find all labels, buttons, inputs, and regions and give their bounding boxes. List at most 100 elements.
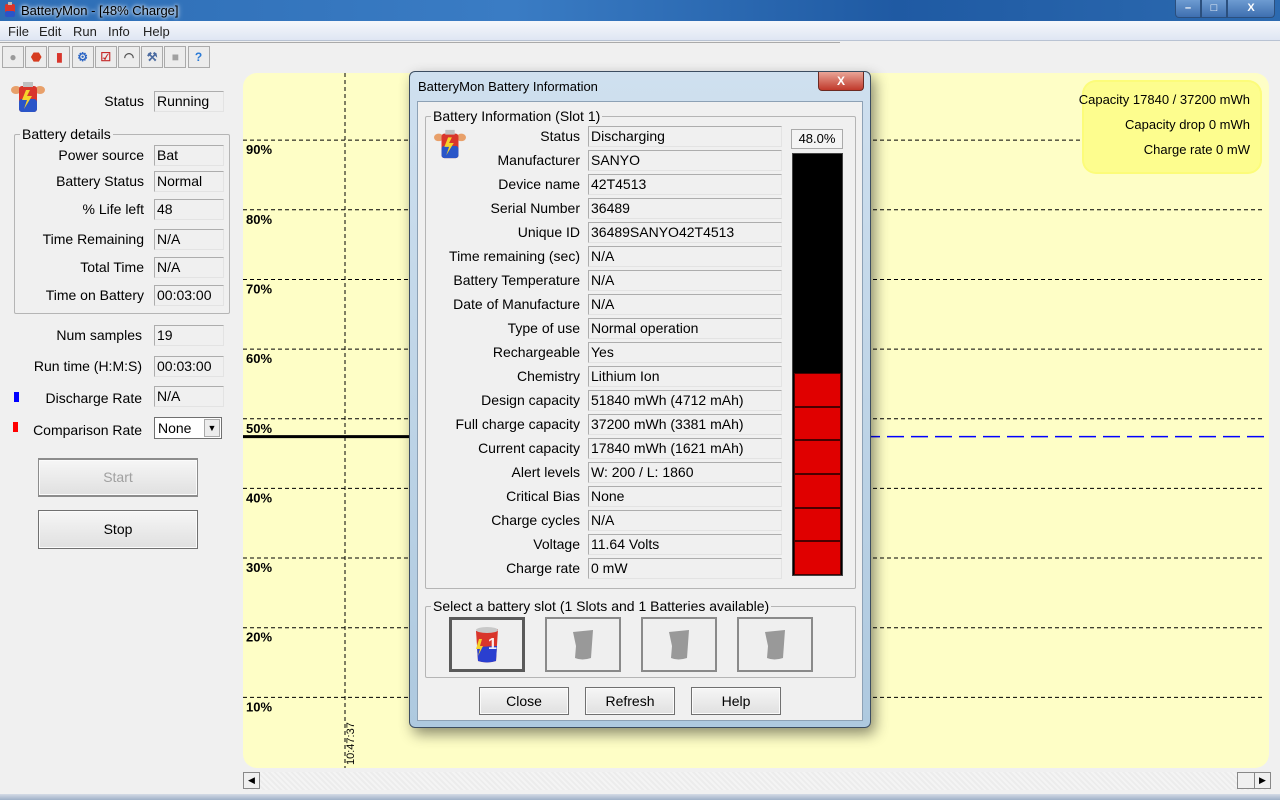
menu-help[interactable]: Help: [143, 24, 170, 39]
start-button[interactable]: Start: [38, 458, 198, 497]
battery-status-label: Battery Status: [56, 173, 144, 189]
minimize-button[interactable]: –: [1175, 0, 1201, 18]
battery-icon: ▮: [56, 50, 63, 64]
dialog-field-alert-levels: W: 200 / L: 1860: [588, 462, 782, 483]
y-tick-label: 60%: [246, 351, 272, 366]
dialog-close-btn[interactable]: Close: [479, 687, 569, 715]
total-time-label: Total Time: [80, 259, 144, 275]
capacity-summary-box: Capacity 17840 / 37200 mWh Capacity drop…: [1079, 82, 1260, 172]
menu-file[interactable]: File: [8, 24, 29, 39]
start-toolbar-button[interactable]: ●: [2, 46, 24, 68]
y-tick-label: 40%: [246, 490, 272, 505]
y-tick-label: 80%: [246, 212, 272, 227]
tools-icon: ⚒: [146, 50, 158, 64]
x-tick-label: 10:47:37: [345, 722, 357, 765]
dialog-field-full-charge-capacity: 37200 mWh (3381 mAh): [588, 414, 782, 435]
dialog-close-button[interactable]: X: [818, 72, 864, 91]
capacity-drop-text: Capacity drop 0 mWh: [1125, 117, 1250, 132]
y-tick-label: 50%: [246, 421, 272, 436]
stop-toolbar-button[interactable]: ⬣: [25, 46, 48, 68]
battery-toolbar-button[interactable]: ▮: [48, 46, 71, 68]
battery-slot-1-button[interactable]: 1: [449, 617, 525, 672]
capacity-text: Capacity 17840 / 37200 mWh: [1078, 92, 1250, 107]
y-tick-label: 90%: [246, 142, 272, 157]
empty-slot-icon: [573, 629, 593, 659]
dialog-body: Battery Information (Slot 1) Status Disch…: [417, 101, 863, 721]
slot-toolbar-button[interactable]: ■: [164, 46, 187, 68]
battery-slot-4-button[interactable]: [737, 617, 813, 672]
time-remaining-field: N/A: [154, 229, 224, 250]
dialog-field-critical-bias: None: [588, 486, 782, 507]
battery-slot-3-button[interactable]: [641, 617, 717, 672]
dialog-field-chemistry: Lithium Ion: [588, 366, 782, 387]
window-title: BatteryMon - [48% Charge]: [21, 3, 179, 18]
power-source-field: Bat: [154, 145, 224, 166]
dialog-label-status: Status: [540, 128, 580, 144]
menu-run[interactable]: Run: [73, 24, 97, 39]
app-battery-icon: [5, 2, 15, 17]
discharge-rate-label: Discharge Rate: [45, 390, 143, 406]
run-time-field: 00:03:00: [154, 356, 224, 377]
scroll-left-button[interactable]: ◀: [243, 772, 260, 789]
tools-toolbar-button[interactable]: ⚒: [141, 46, 164, 68]
maximize-button[interactable]: □: [1201, 0, 1227, 18]
dialog-field-design-capacity: 51840 mWh (4712 mAh): [588, 390, 782, 411]
slot-select-title: Select a battery slot (1 Slots and 1 Bat…: [431, 598, 772, 614]
dialog-label-full-charge-capacity: Full charge capacity: [455, 416, 580, 432]
comparison-rate-label: Comparison Rate: [33, 422, 142, 438]
comparison-rate-value: None: [158, 420, 192, 436]
dialog-label-date-of-manufacture: Date of Manufacture: [453, 296, 580, 312]
help-toolbar-button[interactable]: ?: [187, 46, 210, 68]
horizontal-scrollbar[interactable]: ◀ ▶: [243, 772, 1271, 790]
empty-slot-icon: [765, 629, 785, 659]
gauge-segment: [794, 473, 841, 508]
scroll-thumb[interactable]: [1237, 772, 1255, 789]
dialog-field-time-remaining-sec: N/A: [588, 246, 782, 267]
comparison-rate-select[interactable]: None ▼: [154, 417, 222, 439]
start-icon: ●: [9, 50, 17, 64]
menu-bar: File Edit Run Info Help: [0, 21, 1280, 41]
menu-edit[interactable]: Edit: [39, 24, 61, 39]
menu-info[interactable]: Info: [108, 24, 130, 39]
dialog-field-status: Discharging: [588, 126, 782, 147]
dialog-help-button[interactable]: Help: [691, 687, 781, 715]
discharge-color-swatch: [14, 392, 19, 402]
charge-rate-text: Charge rate 0 mW: [1143, 142, 1250, 157]
dialog-field-type-of-use: Normal operation: [588, 318, 782, 339]
life-left-label: % Life left: [82, 201, 144, 217]
toolbar: ● ⬣ ▮ ⚙ ☑ ◠ ⚒ ■?: [0, 42, 840, 70]
y-tick-label: 30%: [246, 560, 272, 575]
gauge-segment: [794, 507, 841, 542]
power-source-label: Power source: [58, 147, 144, 163]
status-strip: [0, 794, 1280, 800]
gauge-toolbar-button[interactable]: ◠: [118, 46, 140, 68]
settings-toolbar-button[interactable]: ⚙: [71, 46, 94, 68]
left-panel: Status Running Battery details Power sou…: [0, 72, 240, 772]
battery-info-dialog: BatteryMon Battery Information X Battery…: [409, 71, 871, 728]
dialog-label-time-remaining-sec: Time remaining (sec): [449, 248, 580, 264]
chevron-down-icon[interactable]: ▼: [204, 419, 220, 437]
slot-icon: ■: [171, 50, 180, 64]
dialog-refresh-button[interactable]: Refresh: [585, 687, 675, 715]
close-window-button[interactable]: X: [1227, 0, 1275, 18]
dialog-label-charge-rate: Charge rate: [506, 560, 580, 576]
num-samples-label: Num samples: [56, 327, 142, 343]
dialog-label-type-of-use: Type of use: [507, 320, 580, 336]
battery-logo-icon: [11, 82, 45, 112]
dialog-field-charge-rate: 0 mW: [588, 558, 782, 579]
dialog-label-current-capacity: Current capacity: [478, 440, 580, 456]
stop-button[interactable]: Stop: [38, 510, 198, 549]
checklist-toolbar-button[interactable]: ☑: [94, 46, 117, 68]
num-samples-field: 19: [154, 325, 224, 346]
scroll-right-button[interactable]: ▶: [1254, 772, 1271, 789]
status-field: Running: [154, 91, 224, 112]
dialog-label-voltage: Voltage: [533, 536, 580, 552]
dialog-label-device-name: Device name: [498, 176, 580, 192]
time-remaining-label: Time Remaining: [42, 231, 144, 247]
dialog-title: BatteryMon Battery Information: [418, 79, 598, 94]
battery-slot-2-button[interactable]: [545, 617, 621, 672]
run-time-label: Run time (H:M:S): [33, 358, 142, 374]
empty-slot-icon: [669, 629, 689, 659]
dialog-field-battery-temperature: N/A: [588, 270, 782, 291]
status-label: Status: [104, 93, 144, 109]
